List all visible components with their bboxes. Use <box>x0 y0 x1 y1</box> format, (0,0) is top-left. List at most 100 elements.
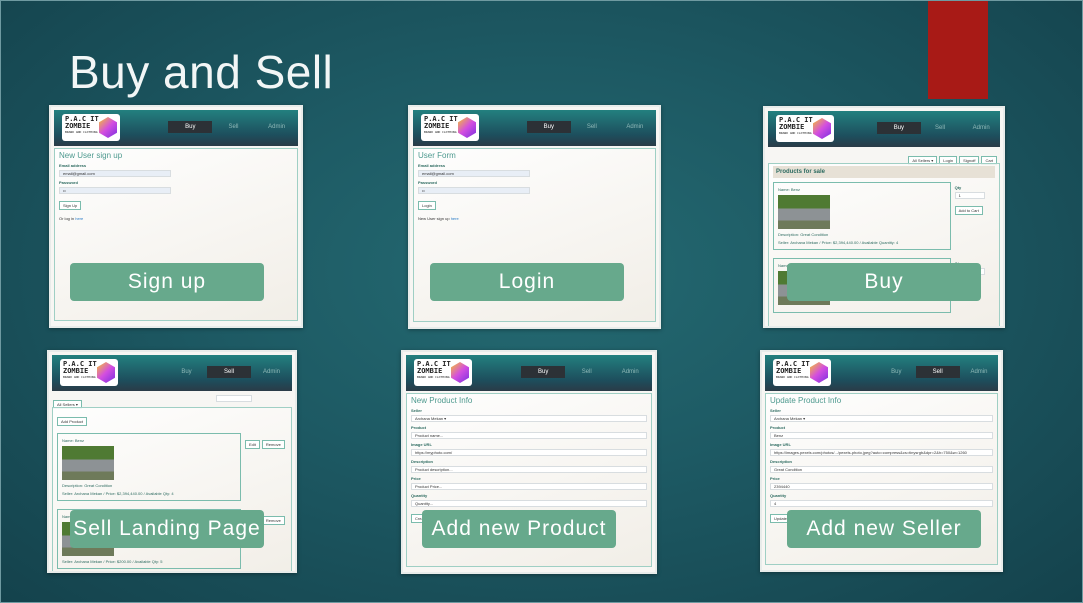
text-input[interactable]: email@gmail.com <box>418 170 530 177</box>
product-card: Name: Benz Description: Great Condition Se… <box>773 182 951 250</box>
field-label: Price <box>411 476 421 481</box>
nav-admin[interactable]: Admin <box>613 121 657 133</box>
form-button[interactable]: Sign Up <box>59 201 82 210</box>
text-input[interactable]: Quantity... <box>411 500 647 507</box>
slide-caption: Add new Seller <box>787 510 981 548</box>
here-link[interactable]: here <box>75 216 83 221</box>
field-label: Description <box>770 459 793 464</box>
nav-admin[interactable]: Admin <box>959 122 1003 134</box>
app-header: P.A.C IT ZOMBIE BRAND AND CLOTHING Buy Sell A… <box>406 355 652 391</box>
brand-logo: P.A.C IT ZOMBIE BRAND AND CLOTHING <box>60 359 118 386</box>
nav-buy[interactable]: Buy <box>876 122 921 134</box>
field-label: Image URL <box>411 442 432 447</box>
text-input[interactable]: Archana Mekan ▾ <box>770 415 993 422</box>
slide-title: Buy and Sell <box>69 46 334 98</box>
nav-admin[interactable]: Admin <box>957 366 1001 378</box>
form-heading: User Form <box>418 151 456 160</box>
field-label: Password <box>59 180 78 185</box>
product-description: Description: Great Condition <box>778 232 829 237</box>
form-button[interactable]: Login <box>418 201 436 210</box>
nav-buy[interactable]: Buy <box>165 366 209 378</box>
nav-sell[interactable]: Sell <box>565 366 609 378</box>
text-input[interactable]: email@gmail.com <box>59 170 172 177</box>
nav-sell[interactable]: Sell <box>211 121 255 133</box>
toolbar: All Sellers ▾ <box>52 393 292 409</box>
nav-buy[interactable]: Buy <box>168 121 213 133</box>
product-action[interactable]: Edit <box>245 440 260 449</box>
text-input[interactable]: Product name... <box>411 432 647 439</box>
section-heading: Products for sale <box>773 166 995 178</box>
toolbar: All Sellers ▾ Login Signoff Cart <box>768 149 1000 165</box>
field-label: Quantity <box>770 493 787 498</box>
text-input[interactable]: •• <box>418 187 530 194</box>
link-text: New User sign up here <box>418 216 459 221</box>
brand-logo: P.A.C IT ZOMBIE BRAND AND CLOTHING <box>421 114 479 141</box>
product-row: Name: Benz Description: Great Condition Se… <box>773 178 995 254</box>
app-header: P.A.C IT ZOMBIE BRAND AND CLOTHING Buy Sell A… <box>765 355 998 391</box>
product-description: Description: Great Condition <box>62 483 113 488</box>
product-image <box>778 195 830 229</box>
field-label: Password <box>418 180 437 185</box>
field-label: Email address <box>418 163 446 168</box>
field-label: Product <box>411 425 427 430</box>
slide-caption: Sign up <box>70 263 264 301</box>
text-input[interactable]: Archana Mekan ▾ <box>411 415 647 422</box>
nav-buy[interactable]: Buy <box>874 366 918 378</box>
link-text: Or log in here <box>59 216 84 221</box>
product-action[interactable]: Add to Cart <box>954 206 983 215</box>
nav-sell[interactable]: Sell <box>915 366 960 378</box>
search-input[interactable] <box>216 395 252 402</box>
text-input[interactable]: https://images.pexels.com/photos/.../pex… <box>770 449 993 456</box>
nav-sell[interactable]: Sell <box>918 122 962 134</box>
product-action[interactable]: Remove <box>261 440 285 449</box>
product-meta: Seller: Archana Mekan / Price: $2,394,44… <box>62 491 174 496</box>
text-input[interactable]: https://myphoto.com/ <box>411 449 647 456</box>
nav-sell[interactable]: Sell <box>570 121 614 133</box>
nav-admin[interactable]: Admin <box>255 121 299 133</box>
brand-logo: P.A.C IT ZOMBIE BRAND AND CLOTHING <box>776 115 834 142</box>
product-name: Name: Benz <box>778 187 801 192</box>
nav-buy[interactable]: Buy <box>521 366 566 378</box>
nav-buy[interactable]: Buy <box>526 121 571 133</box>
field-label: Description <box>411 459 434 464</box>
text-input[interactable]: Product Price... <box>411 483 647 490</box>
nav-admin[interactable]: Admin <box>250 366 294 378</box>
here-link[interactable]: here <box>451 216 459 221</box>
product-name: Name: Benz <box>62 438 85 443</box>
field-label: Seller <box>770 408 781 413</box>
field-label: Seller <box>411 408 422 413</box>
product-row: Name: Benz Description: Great Condition Se… <box>57 429 287 505</box>
text-input[interactable]: Product description... <box>411 466 647 473</box>
app-header: P.A.C IT ZOMBIE BRAND AND CLOTHING Buy Sell A… <box>54 110 298 146</box>
page-body: Products for sale Name: Benz Description: … <box>768 163 1000 326</box>
brand-logo: P.A.C IT ZOMBIE BRAND AND CLOTHING <box>62 114 120 141</box>
nav-admin[interactable]: Admin <box>608 366 652 378</box>
nav-sell[interactable]: Sell <box>207 366 251 378</box>
slide-caption: Login <box>430 263 624 301</box>
product-meta: Seller: Archana Mekan / Price: $2,394,44… <box>778 240 899 245</box>
text-input[interactable]: •• <box>59 187 172 194</box>
text-input[interactable]: Great Condition <box>770 466 993 473</box>
product-action[interactable]: Remove <box>261 516 285 525</box>
product-meta: Seller: Archana Mekan / Price: $200.00 /… <box>62 559 163 564</box>
slide-caption: Add new Product <box>422 510 616 548</box>
slide-caption: Sell Landing Page <box>70 510 264 548</box>
product-actions: Qty 1 Add to Cart <box>954 182 985 254</box>
field-label: Image URL <box>770 442 791 447</box>
product-card: Name: Benz Description: Great Condition Se… <box>57 433 241 501</box>
text-input[interactable]: 4 <box>770 500 993 507</box>
product-action[interactable]: 1 <box>954 192 985 199</box>
text-input[interactable]: Benz <box>770 432 993 439</box>
product-action: Qty <box>954 185 962 190</box>
brand-logo: P.A.C IT ZOMBIE BRAND AND CLOTHING <box>773 359 831 386</box>
form-button[interactable]: Add Product <box>57 417 88 426</box>
brand-logo: P.A.C IT ZOMBIE BRAND AND CLOTHING <box>414 359 472 386</box>
product-actions: EditRemove <box>245 433 287 505</box>
accent-bar <box>928 1 988 99</box>
field-label: Quantity <box>411 493 428 498</box>
product-image <box>62 446 114 480</box>
form-heading: New User sign up <box>59 151 123 160</box>
form-heading: Update Product Info <box>770 396 842 405</box>
text-input[interactable]: 2394440 <box>770 483 993 490</box>
slide-caption: Buy <box>787 263 981 301</box>
